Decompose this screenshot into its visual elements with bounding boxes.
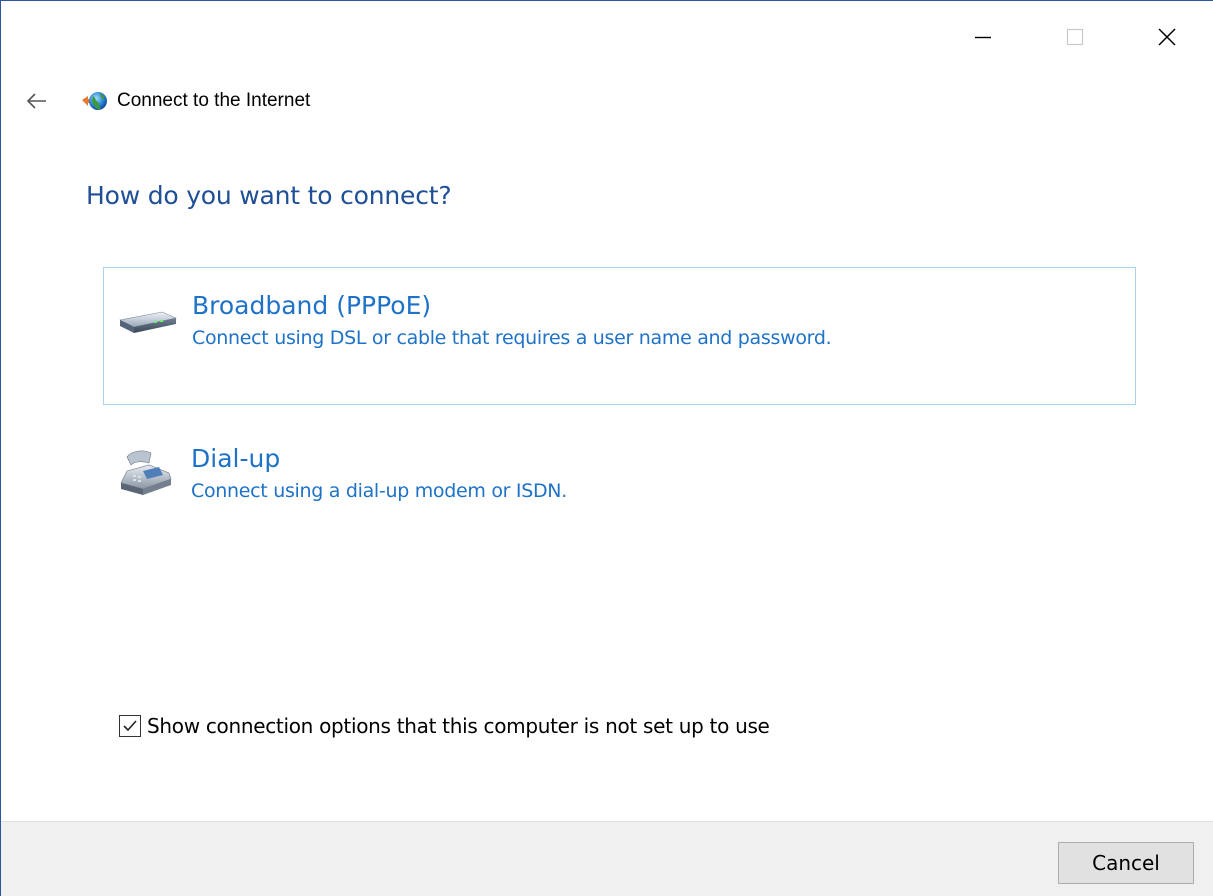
option-broadband-text: Broadband (PPPoE) Connect using DSL or c… — [192, 290, 832, 350]
maximize-button[interactable] — [1029, 1, 1121, 73]
cancel-button[interactable]: Cancel — [1058, 842, 1194, 884]
page-heading: How do you want to connect? — [86, 181, 452, 210]
back-button[interactable] — [23, 84, 51, 118]
network-globe-icon — [82, 92, 107, 110]
option-dialup-description: Connect using a dial-up modem or ISDN. — [191, 480, 567, 502]
maximize-icon — [1066, 28, 1084, 46]
option-broadband-description: Connect using DSL or cable that requires… — [192, 327, 832, 349]
close-button[interactable] — [1121, 1, 1213, 73]
show-options-checkbox-row[interactable]: Show connection options that this comput… — [119, 714, 770, 738]
option-broadband[interactable]: Broadband (PPPoE) Connect using DSL or c… — [103, 267, 1136, 405]
window-title: Connect to the Internet — [117, 90, 311, 111]
option-broadband-title: Broadband (PPPoE) — [192, 291, 432, 320]
option-dialup-title: Dial-up — [191, 444, 281, 473]
show-options-label: Show connection options that this comput… — [147, 714, 770, 738]
minimize-button[interactable] — [937, 1, 1029, 73]
minimize-icon — [975, 36, 991, 39]
connect-to-internet-window: Connect to the Internet How do you want … — [0, 0, 1213, 896]
window-header: Connect to the Internet — [23, 83, 310, 119]
checkmark-icon — [123, 720, 137, 732]
back-arrow-icon — [26, 93, 46, 109]
footer-bar: Cancel — [1, 821, 1213, 896]
caption-buttons — [937, 1, 1213, 61]
broadband-modem-icon — [119, 311, 177, 333]
close-icon — [1158, 28, 1176, 46]
option-dialup-text: Dial-up Connect using a dial-up modem or… — [191, 443, 567, 503]
show-options-checkbox[interactable] — [119, 715, 141, 737]
option-dialup[interactable]: Dial-up Connect using a dial-up modem or… — [103, 431, 1136, 531]
telephone-modem-icon — [120, 450, 172, 495]
